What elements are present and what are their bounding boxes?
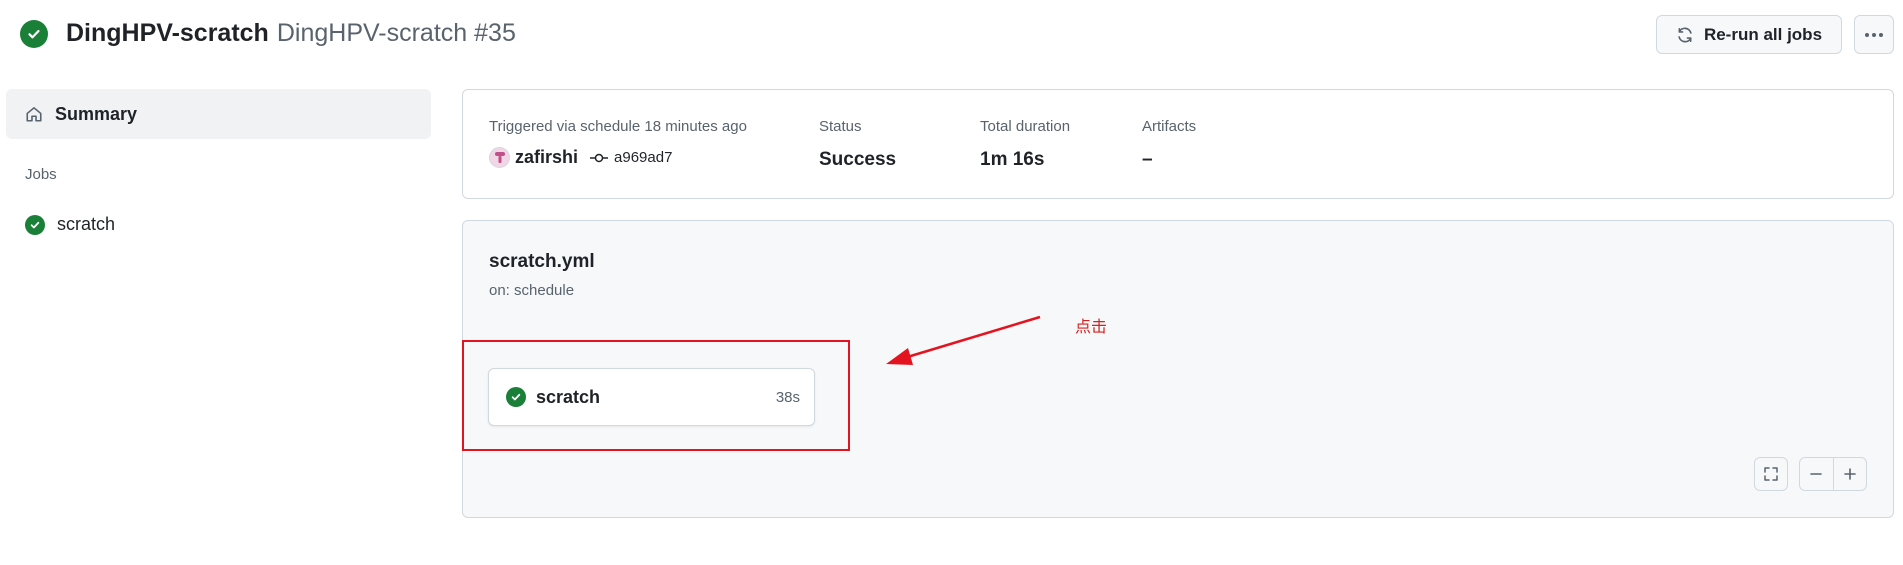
trigger-text: Triggered via schedule 18 minutes ago	[489, 118, 747, 135]
check-circle-icon	[25, 214, 45, 235]
sidebar-item-job-scratch[interactable]: scratch	[25, 214, 115, 235]
more-options-button[interactable]	[1854, 15, 1894, 54]
duration-column: Total duration 1m 16s	[980, 118, 1070, 171]
summary-label: Summary	[55, 103, 138, 124]
run-summary-card: Triggered via schedule 18 minutes ago za…	[462, 89, 1894, 199]
run-status-check-icon	[20, 20, 48, 48]
zoom-in-button[interactable]	[1832, 458, 1867, 490]
workflow-file-name: scratch.yml	[489, 251, 595, 272]
rerun-all-jobs-button[interactable]: Re-run all jobs	[1656, 15, 1842, 54]
rerun-label: Re-run all jobs	[1703, 24, 1823, 44]
fullscreen-button[interactable]	[1754, 457, 1788, 491]
actor-link[interactable]: zafirshi	[515, 147, 578, 168]
jobs-heading: Jobs	[25, 166, 57, 183]
sidebar-item-summary[interactable]: Summary	[6, 89, 431, 139]
sidebar-job-label: scratch	[57, 214, 116, 234]
minus-icon	[1810, 473, 1823, 475]
page-title: DingHPV-scratch DingHPV-scratch #35	[66, 19, 516, 48]
commit-sha-link[interactable]: a969ad7	[614, 149, 672, 166]
actor-row: zafirshi a969ad7	[489, 147, 747, 168]
status-column: Status Success	[819, 118, 896, 171]
kebab-horizontal-icon	[1865, 32, 1883, 37]
sync-icon	[1678, 27, 1692, 42]
avatar[interactable]	[489, 147, 510, 168]
annotation-arrow-icon	[886, 315, 1041, 365]
workflow-name: DingHPV-scratch	[66, 19, 269, 47]
home-icon	[26, 107, 42, 122]
status-value: Success	[819, 149, 897, 170]
zoom-controls	[1799, 457, 1867, 491]
workflow-trigger: on: schedule	[489, 282, 575, 299]
trigger-column: Triggered via schedule 18 minutes ago za…	[489, 118, 747, 168]
artifacts-label: Artifacts	[1142, 118, 1197, 135]
git-commit-icon	[590, 153, 609, 162]
artifacts-value: –	[1142, 149, 1153, 170]
annotation-label: 点击	[1075, 319, 1108, 336]
annotation-highlight-box	[462, 340, 850, 451]
screen-full-icon	[1764, 467, 1778, 481]
run-title: DingHPV-scratch #35	[276, 19, 516, 47]
artifacts-column: Artifacts –	[1142, 118, 1196, 171]
duration-value: 1m 16s	[980, 149, 1045, 170]
duration-label: Total duration	[980, 118, 1071, 135]
zoom-out-button[interactable]	[1800, 458, 1833, 490]
plus-icon	[1843, 468, 1856, 480]
status-label: Status	[819, 118, 862, 135]
